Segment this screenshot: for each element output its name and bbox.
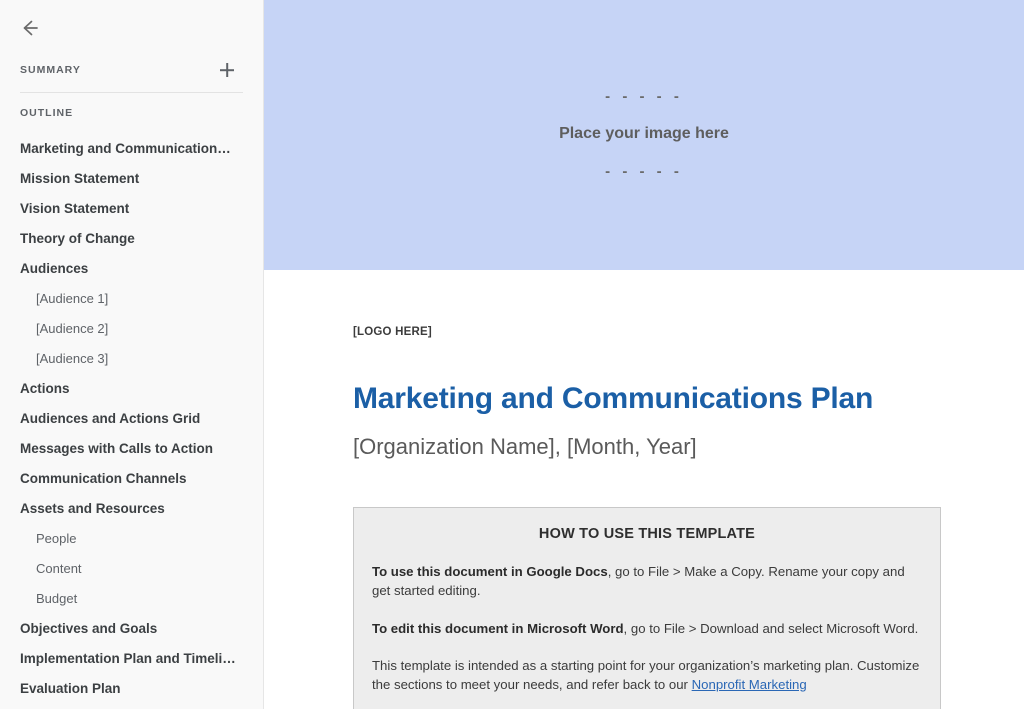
word-bold-lead: To edit this document in Microsoft Word (372, 620, 624, 636)
banner-dashes-bottom: - - - - - (605, 163, 683, 180)
nonprofit-marketing-link[interactable]: Nonprofit Marketing (692, 677, 807, 692)
outline-item[interactable]: Actions (0, 373, 263, 403)
how-to-heading: HOW TO USE THIS TEMPLATE (538, 526, 756, 543)
google-docs-bold-lead: To use this document in Google Docs (372, 564, 608, 580)
page-subtitle: [Organization Name], [Month, Year] (353, 434, 697, 460)
document-editor-window: SUMMARY OUTLINE Marketing and Communicat… (0, 0, 1024, 709)
outline-item[interactable]: Mission Statement (0, 163, 263, 193)
outline-item[interactable]: Assets and Resources (0, 493, 263, 523)
word-rest: , go to File > Download and select Micro… (623, 620, 919, 636)
how-to-paragraph-intro: This template is intended as a starting … (372, 656, 922, 694)
outline-item[interactable]: Communication Channels (0, 463, 263, 493)
outline-item[interactable]: [Audience 2] (0, 313, 263, 343)
outline-item[interactable]: Audiences and Actions Grid (0, 403, 263, 433)
outline-item[interactable]: People (0, 523, 263, 553)
outline-item[interactable]: Theory of Change (0, 223, 263, 253)
outline-item[interactable]: Implementation Plan and Timeli… (0, 643, 263, 673)
outline-item[interactable]: Vision Statement (0, 193, 263, 223)
logo-placeholder: [LOGO HERE] (353, 326, 432, 338)
page-title: Marketing and Communications Plan (353, 382, 874, 415)
outline-item[interactable]: [Audience 1] (0, 283, 263, 313)
outline-item[interactable]: Marketing and Communication… (0, 133, 263, 163)
outline-item[interactable]: Evaluation Plan (0, 673, 263, 703)
outline-item[interactable]: Audiences (0, 253, 263, 283)
sidebar-header (0, 0, 263, 56)
summary-section-header: SUMMARY (0, 56, 263, 84)
document-canvas: - - - - - Place your image here - - - - … (264, 0, 1024, 709)
plus-icon[interactable] (217, 60, 237, 80)
intro-text: This template is intended as a starting … (372, 657, 920, 692)
outline-item[interactable]: Budget (0, 583, 263, 613)
banner-dashes-top: - - - - - (605, 88, 683, 105)
back-arrow-icon[interactable] (14, 13, 44, 43)
outline-label: OUTLINE (20, 107, 74, 119)
how-to-paragraph-word: To edit this document in Microsoft Word,… (372, 619, 922, 638)
outline-item[interactable]: Content (0, 553, 263, 583)
document-body: [LOGO HERE] Marketing and Communications… (264, 326, 1024, 709)
outline-item[interactable]: Messages with Calls to Action (0, 433, 263, 463)
outline-item[interactable]: [Audience 3] (0, 343, 263, 373)
outline-sidebar: SUMMARY OUTLINE Marketing and Communicat… (0, 0, 264, 709)
how-to-use-template-box: HOW TO USE THIS TEMPLATE To use this doc… (353, 507, 941, 709)
outline-section-header: OUTLINE (0, 93, 263, 119)
summary-label: SUMMARY (20, 64, 81, 76)
outline-list: Marketing and Communication… Mission Stat… (0, 133, 263, 703)
outline-item[interactable]: Objectives and Goals (0, 613, 263, 643)
banner-placeholder-text: Place your image here (559, 125, 729, 142)
image-placeholder-banner[interactable]: - - - - - Place your image here - - - - … (264, 0, 1024, 270)
how-to-paragraph-google-docs: To use this document in Google Docs, go … (372, 562, 922, 600)
